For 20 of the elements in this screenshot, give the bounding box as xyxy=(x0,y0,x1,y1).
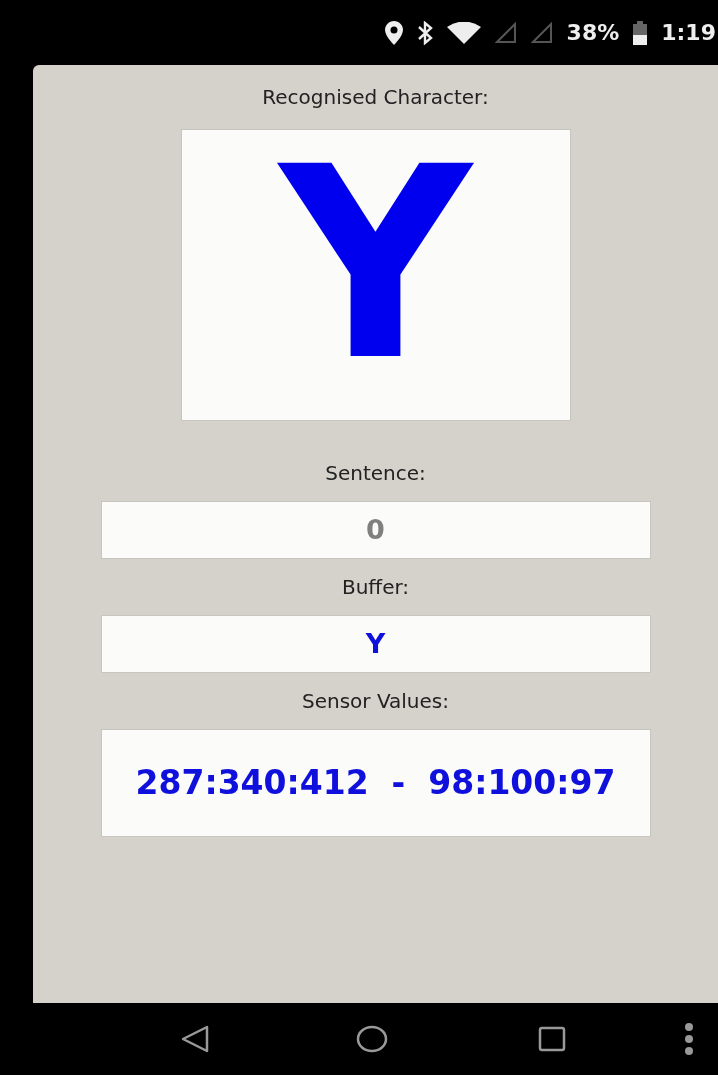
clock: 1:19 xyxy=(661,19,716,47)
home-icon[interactable] xyxy=(356,1025,388,1053)
value-text: 0 xyxy=(366,512,385,547)
value-text: Y xyxy=(365,626,386,661)
wifi-icon xyxy=(446,21,481,44)
field-label: Sentence: xyxy=(325,463,426,487)
signal-icon xyxy=(494,21,517,44)
field-label: Sensor Values: xyxy=(302,691,449,715)
back-icon[interactable] xyxy=(180,1025,210,1053)
battery-percentage: 38% xyxy=(566,19,620,47)
bluetooth-icon xyxy=(416,20,433,45)
recent-apps-icon[interactable] xyxy=(538,1026,566,1052)
field-label: Buffer: xyxy=(341,577,410,601)
more-options-icon[interactable] xyxy=(683,1022,695,1056)
signal-icon xyxy=(530,21,553,44)
recognised-label: Recognised Character: xyxy=(262,87,489,107)
battery-icon xyxy=(633,20,648,45)
location-pin-icon xyxy=(384,20,403,45)
value-text: 287:340:412 - 98:100:97 xyxy=(135,762,616,805)
recognised-character: Y xyxy=(279,132,472,397)
